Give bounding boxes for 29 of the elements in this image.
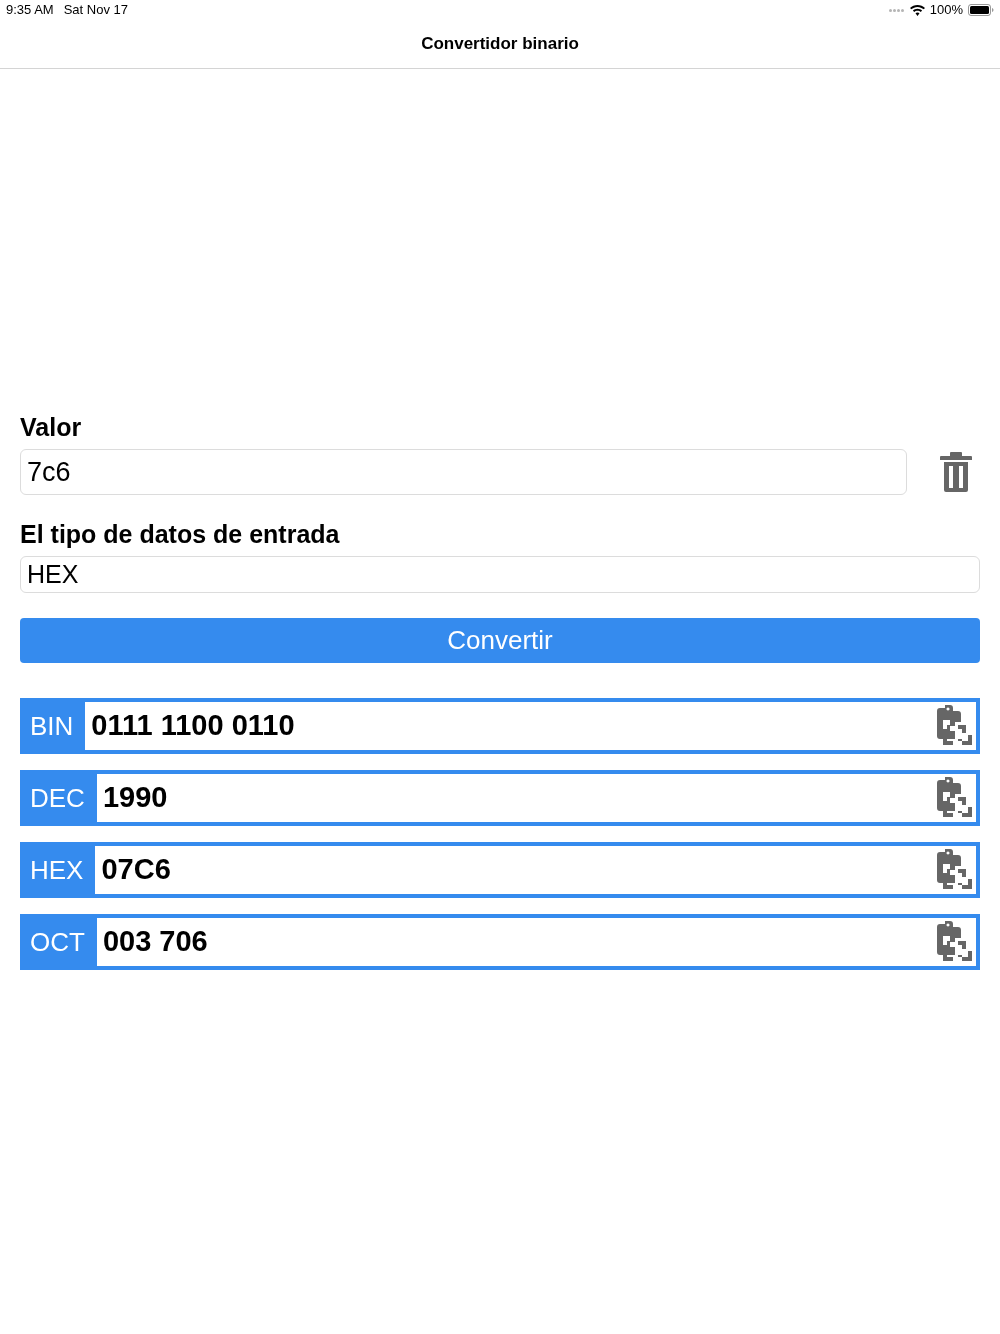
clipboard-icon [934,705,972,747]
result-label: DEC [29,781,86,815]
clipboard-icon [934,849,972,891]
trash-button[interactable] [940,452,972,492]
copy-button[interactable] [934,777,972,819]
status-date: Sat Nov 17 [63,1,129,20]
signal-icon [888,8,905,12]
result-label: OCT [29,925,86,959]
result-value: 003 706 [102,924,208,960]
copy-button[interactable] [934,921,972,963]
status-time: 9:35 AM [6,1,54,20]
field-label: El tipo de datos de entrada [20,519,341,549]
copy-button[interactable] [934,849,972,891]
clipboard-icon [934,777,972,819]
result-value: 1990 [102,780,168,816]
value-input[interactable]: 7c6 [20,449,907,495]
clipboard-icon [934,921,972,963]
copy-button[interactable] [934,705,972,747]
wifi-icon [909,4,925,16]
battery-percent: 100% [929,1,963,20]
result-label: HEX [29,853,85,887]
result-value: 07C6 [101,852,171,888]
field-label: Valor [20,412,83,442]
result-label: BIN [29,709,75,743]
nav-title: Convertidor binario [421,33,579,56]
battery-icon [968,4,994,16]
result-value: 0111 1100 0110 [91,708,295,744]
trash-icon [940,452,972,492]
type-input[interactable]: HEX [20,556,980,593]
